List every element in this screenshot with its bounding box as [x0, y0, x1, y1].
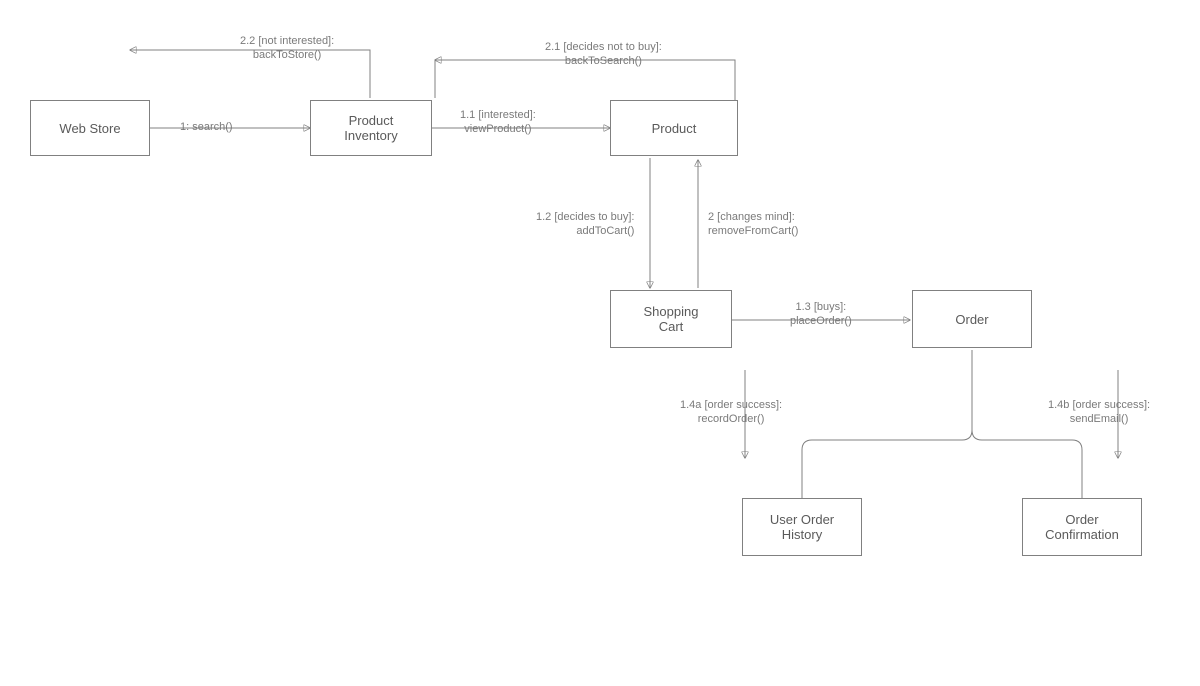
edge-label-remove-from-cart: 2 [changes mind]: removeFromCart() — [708, 210, 798, 239]
edge-label-back-to-search: 2.1 [decides not to buy]: backToSearch() — [545, 40, 662, 69]
edge-label-place-order: 1.3 [buys]: placeOrder() — [790, 300, 852, 329]
node-web-store: Web Store — [30, 100, 150, 156]
edge-label-back-to-store: 2.2 [not interested]: backToStore() — [240, 34, 334, 63]
node-user-order-history: User Order History — [742, 498, 862, 556]
edge-label-view-product: 1.1 [interested]: viewProduct() — [460, 108, 536, 137]
diagram-canvas: Web Store Product Inventory Product Shop… — [0, 0, 1200, 686]
node-product: Product — [610, 100, 738, 156]
edge-label-send-email: 1.4b [order success]: sendEmail() — [1048, 398, 1150, 427]
node-product-inventory: Product Inventory — [310, 100, 432, 156]
node-shopping-cart: Shopping Cart — [610, 290, 732, 348]
edge-label-search: 1: search() — [180, 120, 233, 134]
edge-label-record-order: 1.4a [order success]: recordOrder() — [680, 398, 782, 427]
edge-label-add-to-cart: 1.2 [decides to buy]: addToCart() — [536, 210, 634, 239]
node-order: Order — [912, 290, 1032, 348]
node-order-confirmation: Order Confirmation — [1022, 498, 1142, 556]
